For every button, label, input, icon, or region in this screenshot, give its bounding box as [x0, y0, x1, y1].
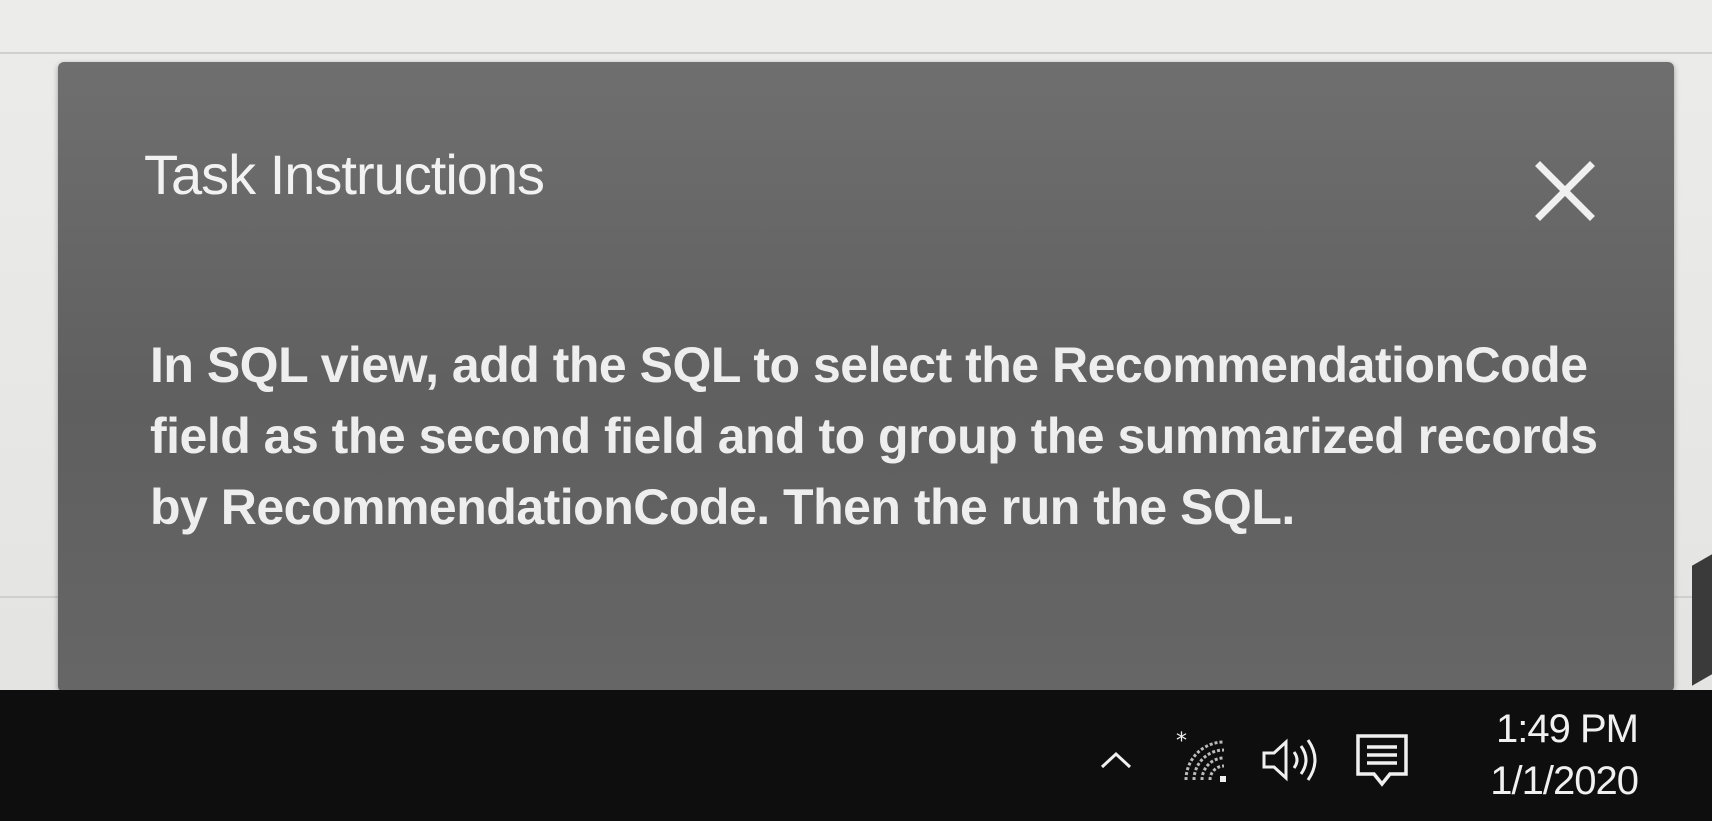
clock-date: 1/1/2020	[1490, 759, 1639, 803]
task-instructions-title: Task Instructions	[144, 143, 545, 206]
notification-icon	[1356, 734, 1408, 787]
task-instructions-panel: Task Instructions In SQL view, add the S…	[58, 62, 1674, 692]
svg-text:*: *	[1176, 729, 1187, 754]
wifi-icon: *	[1176, 729, 1226, 782]
action-center-button[interactable]	[1352, 730, 1412, 790]
volume-button[interactable]	[1256, 736, 1326, 784]
clock-time: 1:49 PM	[1496, 707, 1639, 751]
screen: Task Instructions In SQL view, add the S…	[0, 0, 1712, 821]
show-hidden-icons-button[interactable]	[1094, 740, 1138, 780]
close-icon	[1535, 161, 1595, 221]
task-instruction-text: In SQL view, add the SQL to select the R…	[150, 337, 1598, 535]
chevron-up-icon	[1100, 751, 1132, 769]
volume-icon	[1262, 738, 1317, 782]
network-button[interactable]: *	[1172, 728, 1232, 788]
taskbar: * 1:49 PM 1/1/2020	[0, 690, 1712, 821]
close-button[interactable]	[1528, 154, 1602, 228]
background-divider	[0, 52, 1712, 54]
clock-button[interactable]: 1:49 PM 1/1/2020	[1448, 704, 1639, 808]
background-window-edge	[1692, 554, 1712, 686]
